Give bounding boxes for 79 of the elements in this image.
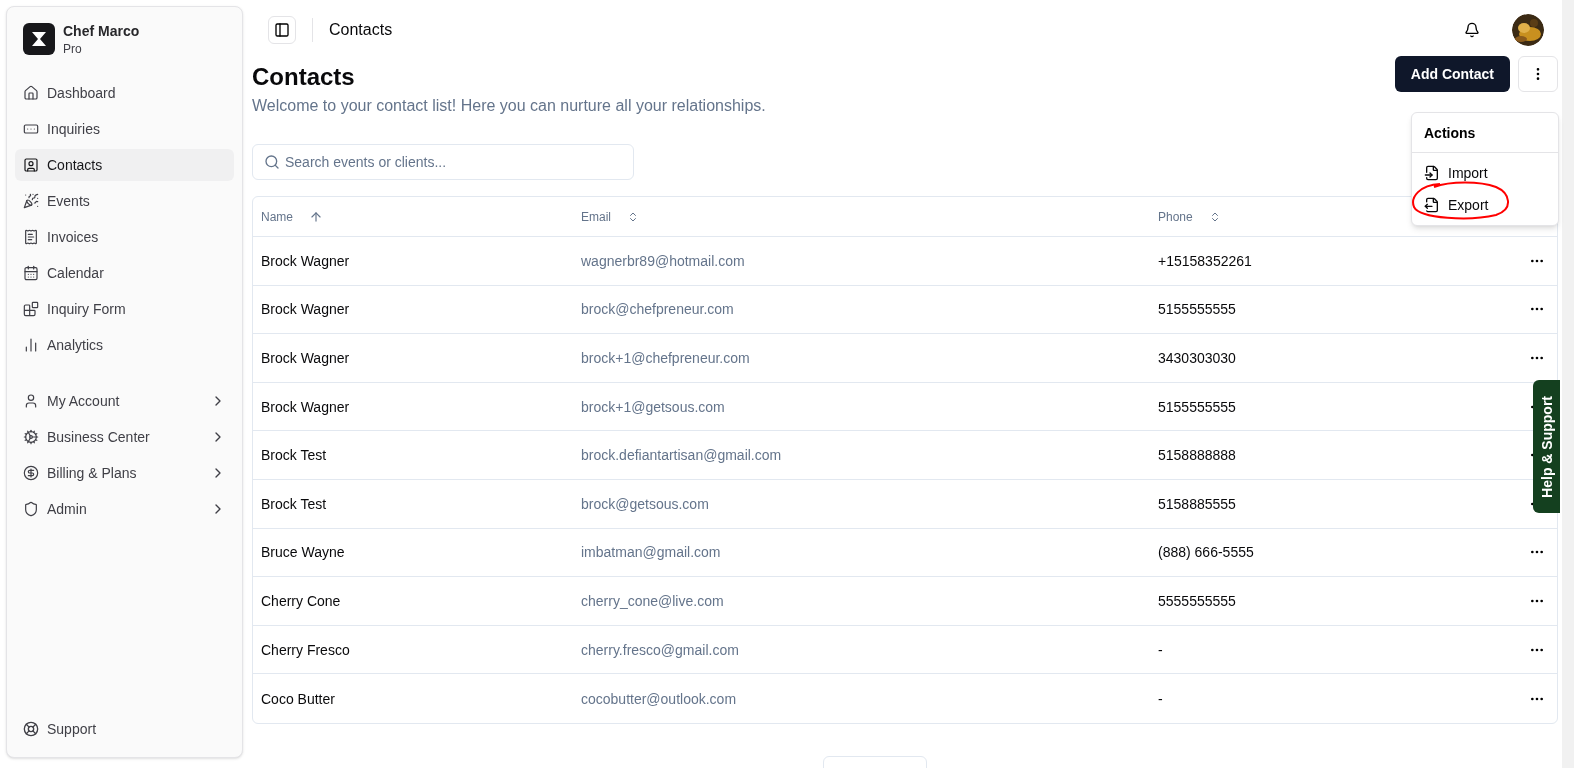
table-cell-text: cherry.fresco@gmail.com [581, 640, 740, 660]
page-title: Contacts [252, 62, 356, 92]
lifebuoy-icon [23, 721, 39, 737]
sidebar-item[interactable]: Events [15, 185, 234, 217]
table-cell-text: Bruce Wayne [261, 543, 346, 563]
search-icon [264, 154, 280, 170]
table-cell-text: cherry_cone@live.com [581, 591, 725, 611]
search-field[interactable]: Search events or clients... [252, 144, 634, 180]
table-cell-text: Cherry Fresco [261, 640, 351, 660]
file-import-icon [1424, 165, 1440, 181]
table-cell-text: - [1158, 640, 1164, 660]
sidebar-item[interactable]: Analytics [15, 329, 234, 361]
menu-title: Actions [1412, 113, 1558, 153]
table-cell-text: 5158885555 [1158, 494, 1237, 514]
column-header[interactable]: Email [581, 208, 611, 225]
sort-ascending-icon[interactable] [309, 209, 323, 224]
help-support-tab[interactable]: Help & Support [1533, 380, 1560, 513]
plan-label: Pro [63, 41, 83, 57]
table-cell-text: Brock Wagner [261, 349, 351, 368]
sidebar-item[interactable]: Inquiries [15, 113, 234, 145]
table-cell-text: Cherry Cone [261, 591, 342, 611]
table-cell-text: Brock Test [261, 446, 328, 466]
sort-icon[interactable] [627, 210, 639, 223]
sidebar-panel-icon [274, 22, 290, 38]
table-cell-text: Brock Wagner [261, 300, 351, 320]
table-cell-text: +15158352261 [1158, 251, 1253, 271]
contact-card-icon [23, 157, 39, 173]
shield-icon [23, 501, 39, 517]
breadcrumb[interactable]: Contacts [329, 18, 393, 42]
sidebar-toggle-button[interactable] [268, 16, 296, 44]
dollar-icon [23, 465, 39, 481]
blocks-icon [23, 301, 39, 317]
table-cell-text: - [1158, 689, 1164, 709]
table-cell-text: Coco Butter [261, 689, 336, 709]
sidebar-item[interactable]: Calendar [15, 257, 234, 289]
table-cell-text: Brock Test [261, 494, 328, 514]
gear-icon [23, 429, 39, 445]
user-icon [23, 393, 39, 409]
table-cell-text: 5155555555 [1158, 300, 1237, 320]
receipt-icon [23, 229, 39, 245]
table-cell-text: Brock Wagner [261, 397, 351, 417]
file-export-icon [1424, 197, 1440, 213]
table-cell-text: brock+1@getsous.com [581, 397, 726, 417]
input-icon [23, 121, 39, 137]
table-cell-text: 5555555555 [1158, 591, 1237, 611]
support-link[interactable]: Support [15, 713, 234, 745]
table-cell-text: 5158888888 [1158, 446, 1237, 466]
table-cell-text: 3430303030 [1158, 349, 1237, 368]
sidebar-item[interactable]: Dashboard [15, 77, 234, 109]
sidebar-item[interactable]: Billing & Plans [15, 457, 234, 489]
table-cell-text: cocobutter@outlook.com [581, 689, 738, 709]
page-subtitle: Welcome to your contact list! Here you can nurture all your relationships. [252, 96, 766, 116]
house-icon [23, 85, 39, 101]
sidebar-item[interactable]: My Account [15, 385, 234, 417]
table-cell-text: brock@getsous.com [581, 494, 710, 514]
column-header[interactable]: Name [261, 208, 293, 225]
sidebar-item[interactable]: Contacts [15, 149, 234, 181]
sidebar-item[interactable]: Invoices [15, 221, 234, 253]
table-cell-text: wagnerbr89@hotmail.com [581, 251, 746, 271]
sidebar-item[interactable]: Inquiry Form [15, 293, 234, 325]
table-cell-text: 5155555555 [1158, 397, 1237, 417]
table-cell-text: brock.defiantartisan@gmail.com [581, 446, 783, 466]
notification-bell-icon[interactable] [1464, 22, 1480, 38]
menu-item[interactable]: Import [1416, 157, 1554, 189]
table-cell-text: imbatman@gmail.com [581, 543, 722, 563]
column-header[interactable]: Phone [1158, 208, 1193, 225]
app-logo [23, 23, 55, 55]
add-contact-button[interactable]: Add Contact [1394, 56, 1510, 92]
table-cell-text: brock@chefpreneur.com [581, 300, 735, 320]
bar-chart-icon [23, 337, 39, 353]
table-cell-text: (888) 666-5555 [1158, 543, 1255, 563]
sidebar-item[interactable]: Admin [15, 493, 234, 525]
calendar-icon [23, 265, 39, 281]
workspace-name: Chef Marco [63, 22, 140, 41]
table-cell-text: brock+1@chefpreneur.com [581, 349, 751, 368]
party-popper-icon [23, 193, 39, 209]
sidebar-item[interactable]: Business Center [15, 421, 234, 453]
menu-item[interactable]: Export [1416, 189, 1554, 221]
table-cell-text: Brock Wagner [261, 251, 351, 271]
